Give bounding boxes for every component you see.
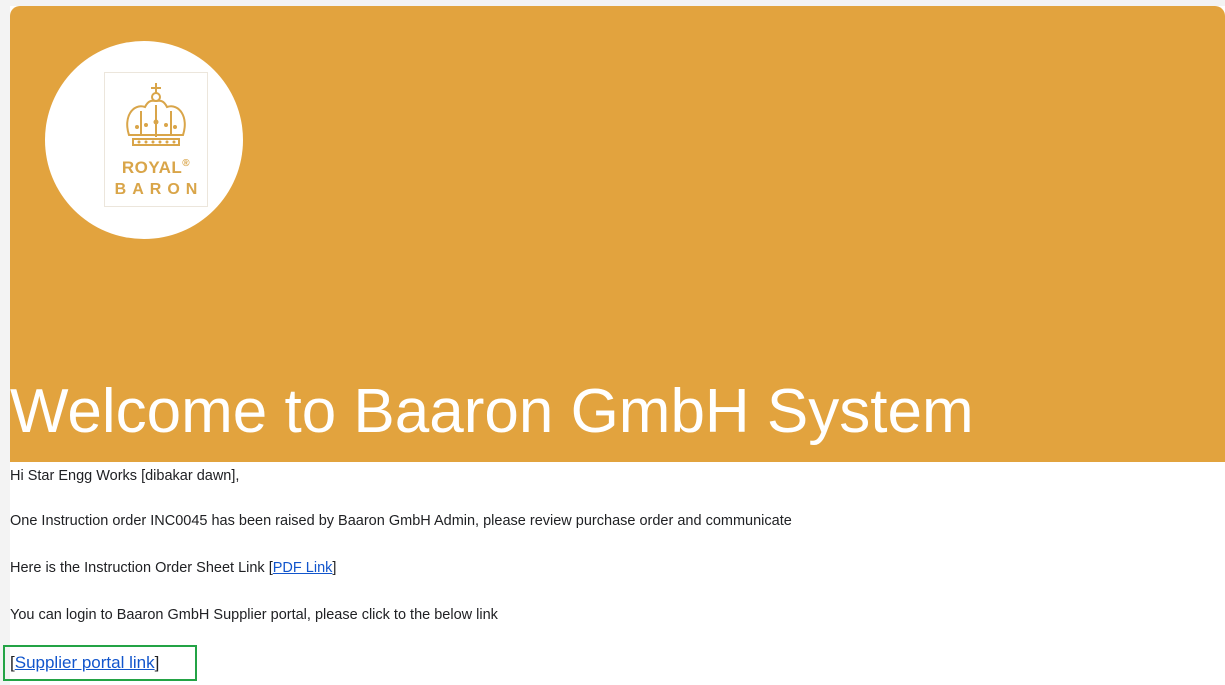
supplier-portal-line: [Supplier portal link]: [10, 653, 159, 673]
greeting-text: Hi Star Engg Works [dibakar dawn],: [10, 468, 240, 484]
royal-baron-logo: ROYAL® BARON: [104, 72, 208, 207]
crown-icon: [126, 83, 186, 146]
sheet-link-line: Here is the Instruction Order Sheet Link…: [10, 559, 336, 577]
sheet-link-prefix: Here is the Instruction Order Sheet Link…: [10, 560, 273, 576]
supplier-portal-highlight: [Supplier portal link]: [3, 645, 197, 681]
order-message: One Instruction order INC0045 has been r…: [10, 513, 792, 529]
login-instruction: You can login to Baaron GmbH Supplier po…: [10, 607, 498, 623]
pdf-link[interactable]: PDF Link: [273, 560, 333, 576]
logo-baron-text: BARON: [114, 181, 204, 198]
header-banner: ROYAL® BARON Welcome to Baaron GmbH Syst…: [10, 6, 1225, 462]
email-body: ROYAL® BARON Welcome to Baaron GmbH Syst…: [3, 6, 1225, 685]
welcome-heading: Welcome to Baaron GmbH System: [10, 377, 974, 446]
logo-royal-text: ROYAL®: [121, 158, 191, 177]
logo-circle: ROYAL® BARON: [45, 41, 243, 239]
portal-bracket-close: ]: [154, 653, 160, 672]
sheet-link-suffix: ]: [332, 560, 337, 576]
supplier-portal-link[interactable]: Supplier portal link: [15, 653, 155, 672]
